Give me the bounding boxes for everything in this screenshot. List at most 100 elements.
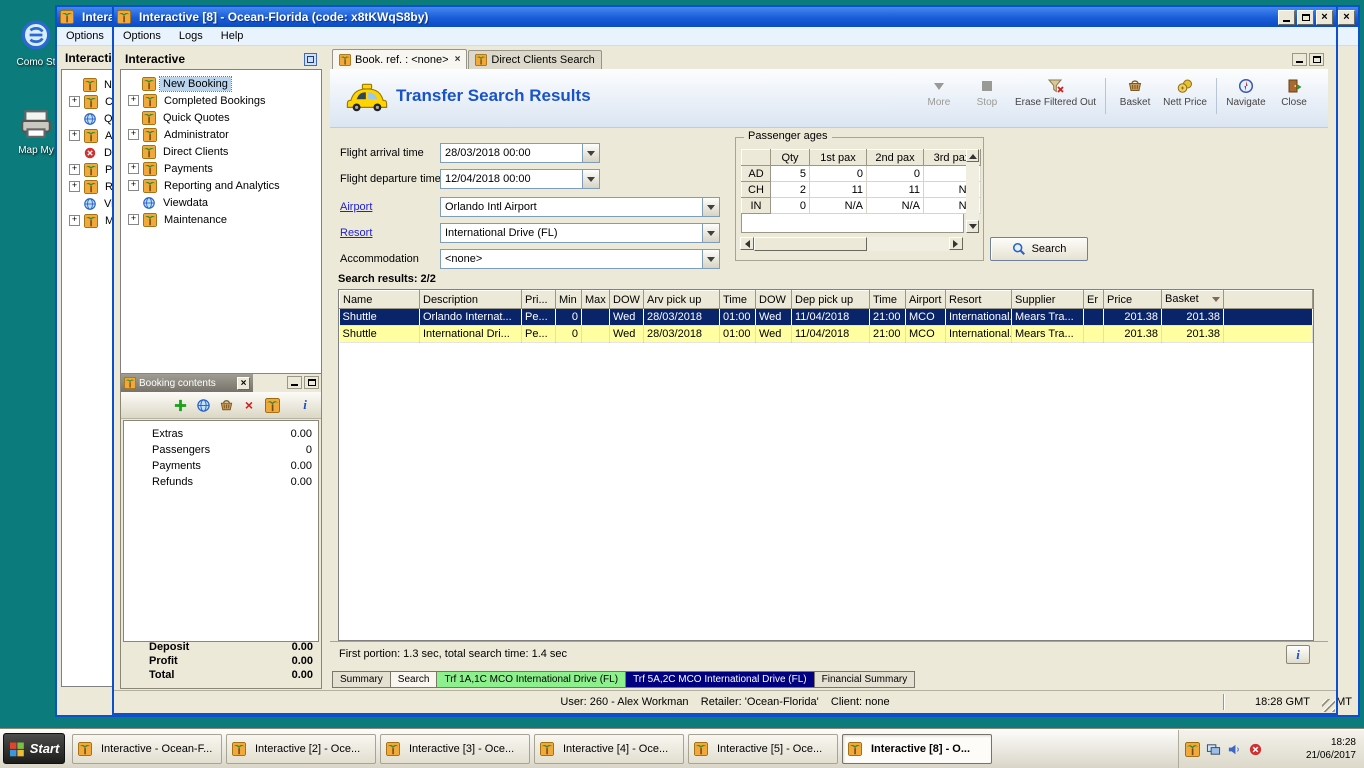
taskbar-button-3[interactable]: Interactive [3] - Oce...	[380, 734, 530, 764]
expand-icon[interactable]: +	[128, 163, 139, 174]
flight-departure-combo[interactable]: 12/04/2018 00:00	[440, 169, 600, 189]
dropdown-arrow-icon[interactable]	[582, 170, 599, 188]
tree-item-direct-clients[interactable]: Direct Clients	[121, 143, 321, 160]
menu-logs[interactable]: Logs	[170, 30, 212, 42]
column-header[interactable]: Airport	[905, 290, 946, 309]
pax-cell[interactable]: N/A	[809, 197, 867, 214]
menu-options[interactable]: Options	[57, 30, 113, 42]
result-row-selected[interactable]: Shuttle Orlando Internat... Pe... 0 Wed 28…	[339, 308, 1313, 326]
taskbar-button-active[interactable]: Interactive [8] - O...	[842, 734, 992, 764]
tab-booking-ref[interactable]: Book. ref. : <none> ×	[332, 49, 468, 69]
column-header[interactable]: Min	[555, 290, 582, 309]
column-header[interactable]: Max	[581, 290, 610, 309]
tree-item-quick-quotes[interactable]: Quick Quotes	[121, 109, 321, 126]
column-header[interactable]: Name	[339, 290, 420, 309]
pax-row-children[interactable]: CH 2 11 11 N/A	[741, 181, 981, 198]
taskbar-button-5[interactable]: Interactive [5] - Oce...	[688, 734, 838, 764]
minimize-panel-button[interactable]	[287, 376, 302, 389]
scroll-down-button[interactable]	[966, 220, 979, 233]
expand-icon[interactable]: +	[128, 214, 139, 225]
expand-icon[interactable]: +	[128, 180, 139, 191]
collapse-nav-button[interactable]	[304, 52, 317, 66]
tray-alert-icon[interactable]	[1248, 742, 1263, 757]
resize-grip[interactable]	[1322, 699, 1335, 712]
column-header-basket[interactable]: Basket	[1161, 290, 1224, 309]
pax-cell[interactable]: 11	[809, 181, 867, 198]
tray-palm-icon[interactable]	[1185, 741, 1200, 757]
taskbar-button-4[interactable]: Interactive [4] - Oce...	[534, 734, 684, 764]
tray-network-icon[interactable]	[1206, 742, 1221, 757]
taskbar-button-1[interactable]: Interactive - Ocean-F...	[72, 734, 222, 764]
pax-row-infants[interactable]: IN 0 N/A N/A N/A	[741, 197, 981, 214]
column-header[interactable]: DOW	[609, 290, 644, 309]
column-header[interactable]: Arv pick up	[643, 290, 720, 309]
search-button[interactable]: Search	[990, 237, 1088, 261]
resort-link[interactable]: Resort	[340, 227, 372, 239]
tab-search[interactable]: Search	[389, 671, 438, 688]
tab-summary[interactable]: Summary	[332, 671, 391, 688]
taskbar-button-2[interactable]: Interactive [2] - Oce...	[226, 734, 376, 764]
dropdown-arrow-icon[interactable]	[702, 250, 719, 268]
column-header[interactable]: Er	[1083, 290, 1104, 309]
delete-item-button[interactable]: ×	[241, 397, 257, 413]
pax-cell[interactable]: 0	[866, 165, 924, 182]
result-row[interactable]: Shuttle International Dri... Pe... 0 Wed 2…	[339, 325, 1313, 343]
menu-options[interactable]: Options	[114, 30, 170, 42]
maximize-pane-button[interactable]	[1309, 53, 1324, 66]
expand-icon[interactable]: +	[128, 129, 139, 140]
booking-row[interactable]: Extras 0.00	[124, 426, 318, 442]
minimize-button[interactable]	[1278, 9, 1295, 25]
pax-row-adults[interactable]: AD 5 0 0 0	[741, 165, 981, 182]
scroll-left-button[interactable]	[740, 237, 754, 250]
booking-row[interactable]: Refunds 0.00	[124, 474, 318, 490]
tray-volume-icon[interactable]	[1227, 742, 1242, 757]
booking-contents-panel[interactable]: Booking contents × × i Extras 0.00 Passen…	[120, 373, 322, 689]
tab-financial-summary[interactable]: Financial Summary	[813, 671, 916, 688]
basket-action-button[interactable]: Basket	[1111, 78, 1159, 108]
accommodation-combo[interactable]: <none>	[440, 249, 720, 269]
expand-icon[interactable]: +	[69, 164, 80, 175]
column-header[interactable]: Supplier	[1011, 290, 1084, 309]
expand-icon[interactable]: +	[69, 215, 80, 226]
pax-vertical-scrollbar[interactable]	[966, 149, 979, 233]
scroll-right-button[interactable]	[949, 237, 963, 250]
info-button[interactable]: i	[1286, 645, 1310, 664]
tree-item-viewdata[interactable]: Viewdata	[121, 194, 321, 211]
main-window[interactable]: Interactive [8] - Ocean-Florida (code: x…	[112, 5, 1338, 715]
pax-cell[interactable]: 5	[770, 165, 810, 182]
stop-button[interactable]: Stop	[963, 78, 1011, 108]
scroll-up-button[interactable]	[966, 149, 979, 162]
pax-cell[interactable]: 0	[809, 165, 867, 182]
airport-combo[interactable]: Orlando Intl Airport	[440, 197, 720, 217]
tree-item-reporting-analytics[interactable]: + Reporting and Analytics	[121, 177, 321, 194]
start-button[interactable]: Start	[3, 733, 65, 764]
close-button[interactable]: ×	[1338, 9, 1355, 25]
navigate-button[interactable]: Navigate	[1222, 78, 1270, 108]
restore-panel-button[interactable]	[304, 376, 319, 389]
tab-trf-5a2c[interactable]: Trf 5A,2C MCO International Drive (FL)	[625, 671, 815, 688]
web-button[interactable]	[195, 397, 211, 413]
expand-icon[interactable]: +	[69, 181, 80, 192]
tree-item-administrator[interactable]: + Administrator	[121, 126, 321, 143]
maximize-button[interactable]	[1297, 9, 1314, 25]
expand-icon[interactable]: +	[69, 96, 80, 107]
pax-cell[interactable]: 2	[770, 181, 810, 198]
pax-horizontal-scrollbar[interactable]	[740, 237, 963, 251]
close-page-button[interactable]: Close	[1270, 78, 1318, 108]
flight-arrival-combo[interactable]: 28/03/2018 00:00	[440, 143, 600, 163]
refresh-booking-button[interactable]	[264, 397, 280, 413]
column-header[interactable]: Time	[719, 290, 756, 309]
nett-price-button[interactable]: Nett Price	[1159, 78, 1211, 108]
booking-contents-tab[interactable]: Booking contents ×	[121, 374, 253, 392]
booking-row[interactable]: Passengers 0	[124, 442, 318, 458]
collapse-pane-button[interactable]	[1292, 53, 1307, 66]
basket-button[interactable]	[218, 397, 234, 413]
pax-cell[interactable]: 11	[866, 181, 924, 198]
add-item-button[interactable]	[172, 397, 188, 413]
column-header[interactable]: Pri...	[521, 290, 556, 309]
dropdown-arrow-icon[interactable]	[582, 144, 599, 162]
booking-row[interactable]: Payments 0.00	[124, 458, 318, 474]
booking-info-button[interactable]: i	[297, 397, 313, 413]
tab-trf-1a1c[interactable]: Trf 1A,1C MCO International Drive (FL)	[436, 671, 627, 688]
tab-direct-clients-search[interactable]: Direct Clients Search	[468, 50, 602, 69]
